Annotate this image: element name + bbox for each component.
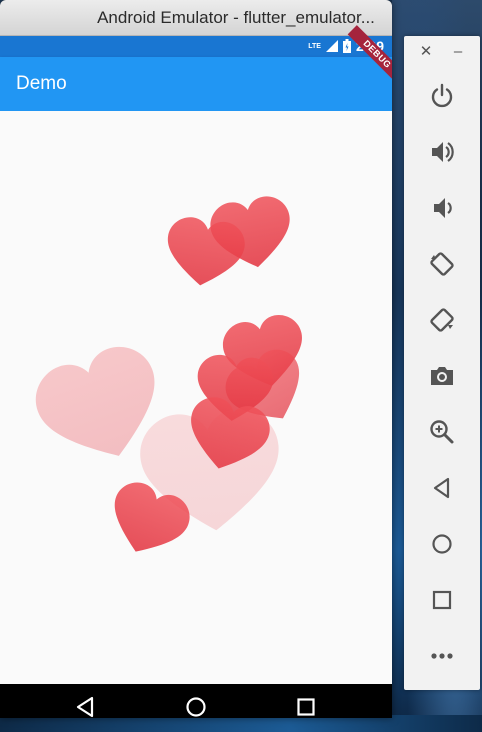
camera-icon[interactable]: [428, 362, 456, 390]
android-status-bar: LTE 2:09: [0, 36, 392, 57]
back-icon[interactable]: [428, 474, 456, 502]
signal-icon: [325, 40, 338, 52]
minimize-icon[interactable]: –: [450, 44, 466, 60]
volume-up-icon[interactable]: [428, 138, 456, 166]
home-icon[interactable]: [183, 694, 209, 718]
close-icon[interactable]: ✕: [418, 44, 434, 60]
emulator-side-panel: ✕ –: [404, 36, 480, 690]
home-icon[interactable]: [428, 530, 456, 558]
app-title: Demo: [16, 73, 67, 94]
rotate-left-icon[interactable]: [428, 250, 456, 278]
back-icon[interactable]: [73, 694, 99, 718]
battery-icon: [342, 39, 351, 53]
more-icon[interactable]: [428, 642, 456, 670]
lte-label: LTE: [308, 42, 321, 50]
overview-icon[interactable]: [293, 694, 319, 718]
window-title: Android Emulator - flutter_emulator...: [97, 7, 375, 27]
volume-down-icon[interactable]: [428, 194, 456, 222]
app-content: [0, 111, 392, 684]
heart: [161, 214, 248, 291]
overview-icon[interactable]: [428, 586, 456, 614]
window-titlebar[interactable]: Android Emulator - flutter_emulator...: [0, 0, 392, 36]
app-bar: Demo: [0, 57, 392, 111]
rotate-right-icon[interactable]: [428, 306, 456, 334]
android-nav-bar: [0, 684, 392, 718]
hearts-canvas: [25, 192, 318, 567]
zoom-icon[interactable]: [428, 418, 456, 446]
emulator-window: Android Emulator - flutter_emulator... L…: [0, 0, 392, 718]
power-icon[interactable]: [428, 82, 456, 110]
